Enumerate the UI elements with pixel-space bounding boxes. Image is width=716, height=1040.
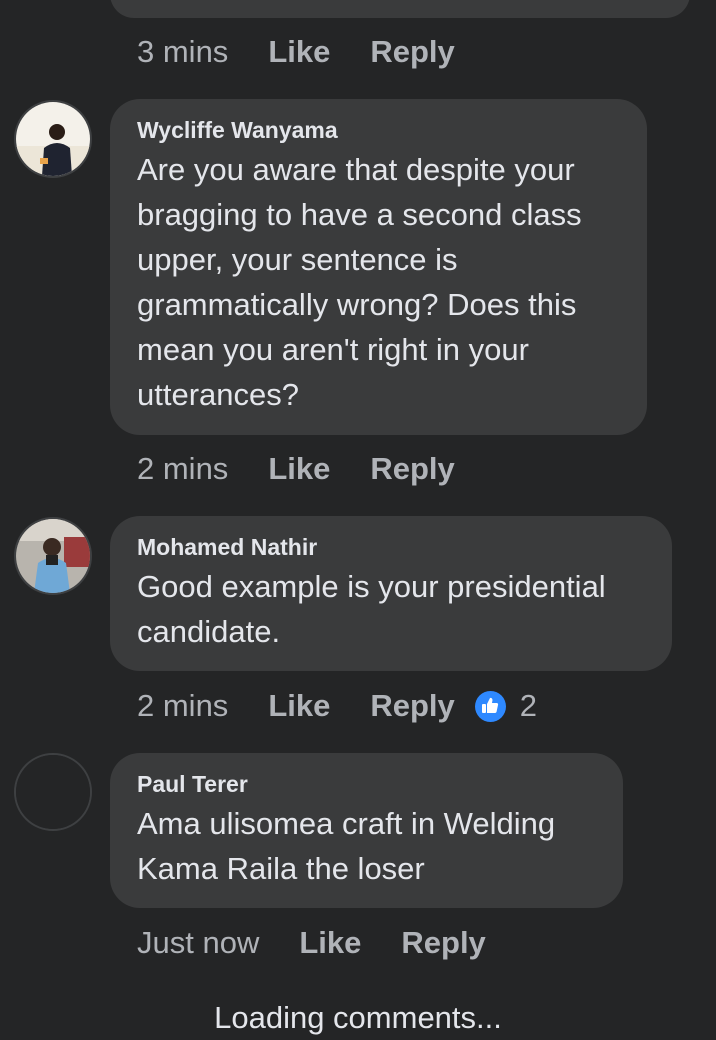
reply-button[interactable]: Reply [401,925,485,961]
avatar[interactable] [14,753,92,831]
comment-bubble: Paul Terer Ama ulisomea craft in Welding… [110,753,623,908]
like-button[interactable]: Like [268,451,330,487]
comment-bubble: Mohamed Nathir Good example is your pres… [110,516,672,671]
like-button[interactable]: Like [268,34,330,70]
reply-button[interactable]: Reply [370,688,454,724]
reply-button[interactable]: Reply [370,34,454,70]
comment-timestamp: 2 mins [137,688,229,723]
comment-actions: Just now Like Reply [137,925,486,961]
comment-bubble: Wycliffe Wanyama Are you aware that desp… [110,99,647,435]
comment-author[interactable]: Wycliffe Wanyama [137,115,621,145]
like-button[interactable]: Like [268,688,330,724]
profile-photo-icon [16,102,90,176]
like-button[interactable]: Like [299,925,361,961]
comment-text: Good example is your presidential candid… [137,569,606,649]
loading-comments-indicator: Loading comments... [214,1000,502,1035]
empty-avatar-icon [16,755,90,829]
previous-comment-bubble [110,0,690,18]
comment-timestamp: 2 mins [137,451,229,486]
comment-text: Are you aware that despite your bragging… [137,152,582,412]
comments-screen: 3 mins Like Reply Wycliffe Wanyama Are y… [0,0,716,1040]
comment-timestamp: Just now [137,925,260,960]
comment-timestamp: 3 mins [137,34,229,69]
comment-author[interactable]: Paul Terer [137,769,597,799]
avatar[interactable] [14,517,92,595]
reply-button[interactable]: Reply [370,451,454,487]
previous-comment-actions: 3 mins Like Reply [137,34,455,70]
reaction-count[interactable]: 2 [520,688,537,724]
comment-actions: 2 mins Like Reply [137,451,455,487]
avatar[interactable] [14,100,92,178]
comment-author[interactable]: Mohamed Nathir [137,532,646,562]
comment-actions: 2 mins Like Reply 2 [137,688,537,724]
profile-photo-icon [16,519,90,593]
thumbs-up-glyph-icon [482,697,499,713]
thumbs-up-icon[interactable] [474,690,506,722]
comment-text: Ama ulisomea craft in Welding Kama Raila… [137,806,556,886]
